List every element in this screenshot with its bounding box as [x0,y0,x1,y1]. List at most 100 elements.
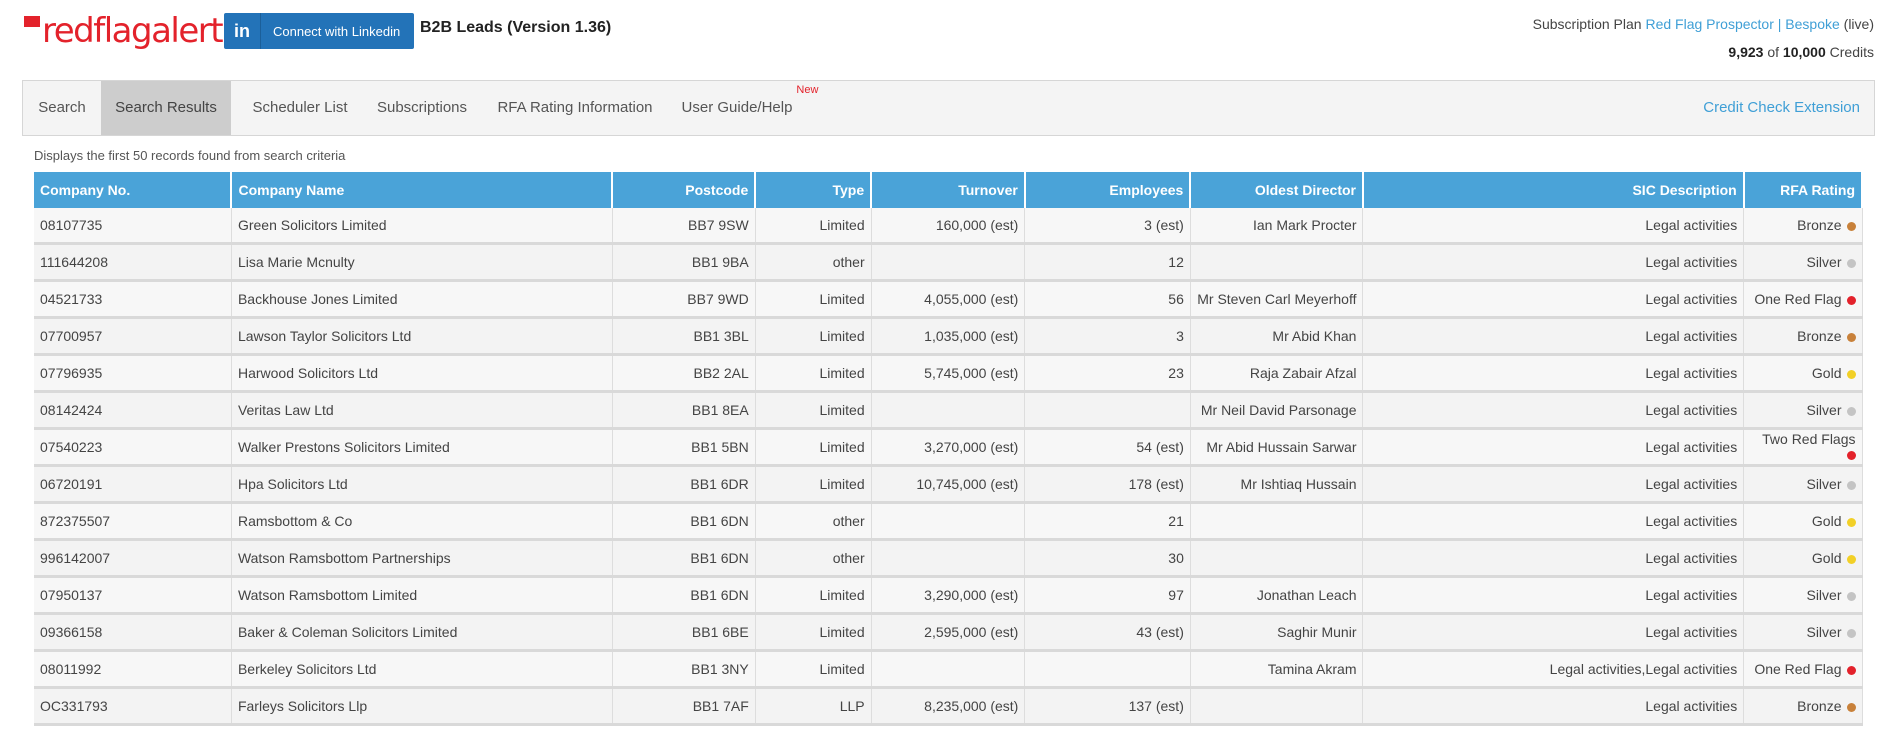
employees-cell [1024,650,1191,689]
turnover-cell: 4,055,000 (est) [871,280,1026,319]
company-name-cell: Green Solicitors Limited [231,208,613,245]
oldest-director-cell: Saghir Munir [1190,613,1364,652]
sic-description-cell: Legal activities [1362,317,1745,356]
oldest-director-cell [1190,243,1364,282]
rfa-rating-cell: Gold [1743,502,1863,541]
tab-search[interactable]: Search [23,81,101,135]
subscription-plan: Subscription Plan Red Flag Prospector | … [1533,16,1874,32]
turnover-cell: 160,000 (est) [871,208,1026,245]
oldest-director-cell: Mr Abid Khan [1190,317,1364,356]
red-flag-icon [24,16,40,27]
type-cell: other [755,502,872,541]
credit-check-extension-link[interactable]: Credit Check Extension [1703,81,1860,135]
rfa-rating-label: Silver [1806,254,1842,270]
rfa-rating-label: Gold [1811,365,1842,381]
rating-dot-icon [1846,221,1856,231]
tab-scheduler-list[interactable]: Scheduler List [245,81,355,135]
col-type[interactable]: Type [755,172,873,208]
redflagalert-logo[interactable]: redflagalert [24,11,224,52]
type-cell: LLP [755,687,872,726]
col-employees[interactable]: Employees [1024,172,1192,208]
oldest-director-cell: Tamina Akram [1190,650,1364,689]
rfa-rating-cell: Gold [1743,354,1863,393]
rfa-rating-cell: Silver [1743,576,1863,615]
table-row[interactable]: 07540223 Walker Prestons Solicitors Limit… [34,428,1863,467]
table-row[interactable]: 06720191 Hpa Solicitors Ltd BB1 6DR Limited… [34,465,1863,504]
rating-dot-icon [1846,702,1856,712]
company-no-cell: 996142007 [34,539,232,578]
table-row[interactable]: 07700957 Lawson Taylor Solicitors Ltd BB1 … [34,317,1863,356]
turnover-cell [871,650,1026,689]
rfa-rating-cell: Bronze [1743,208,1863,245]
company-name-cell: Baker & Coleman Solicitors Limited [231,613,613,652]
employees-cell: 178 (est) [1024,465,1191,504]
table-row[interactable]: OC331793 Farleys Solicitors Llp BB1 7AF LLP… [34,687,1863,726]
table-row[interactable]: 08107735 Green Solicitors Limited BB7 9SW L… [34,208,1863,245]
connect-linkedin-button[interactable]: in Connect with Linkedin [224,13,414,49]
results-body: 08107735 Green Solicitors Limited BB7 9SW L… [34,208,1863,726]
type-cell: Limited [755,280,872,319]
postcode-cell: BB1 3BL [612,317,756,356]
tab-subscriptions[interactable]: Subscriptions [367,81,477,135]
table-row[interactable]: 996142007 Watson Ramsbottom Partnerships B… [34,539,1863,578]
col-sic-description[interactable]: SIC Description [1362,172,1745,208]
sic-description-cell: Legal activities [1362,687,1745,726]
table-row[interactable]: 872375507 Ramsbottom & Co BB1 6DN other 21 Le… [34,502,1863,541]
table-row[interactable]: 07796935 Harwood Solicitors Ltd BB2 2AL Lim… [34,354,1863,393]
col-postcode[interactable]: Postcode [612,172,757,208]
table-row[interactable]: 04521733 Backhouse Jones Limited BB7 9WD Li… [34,280,1863,319]
linkedin-label: Connect with Linkedin [273,23,401,39]
table-row[interactable]: 07950137 Watson Ramsbottom Limited BB1 6DN… [34,576,1863,615]
postcode-cell: BB1 6DN [612,576,756,615]
credits-display: 9,923 of 10,000 Credits [1728,44,1874,60]
turnover-cell [871,502,1026,541]
subscription-plan-link[interactable]: Red Flag Prospector | Bespoke [1645,16,1839,32]
sic-description-cell: Legal activities [1362,465,1745,504]
rfa-rating-label: Bronze [1797,217,1842,233]
postcode-cell: BB1 8EA [612,391,756,430]
rfa-rating-label: Bronze [1797,698,1842,714]
rfa-rating-label: Two Red Flags [1762,431,1856,447]
col-rfa-rating[interactable]: RFA Rating [1743,172,1864,208]
oldest-director-cell: Mr Ishtiaq Hussain [1190,465,1364,504]
logo-text: redflagalert [42,11,224,51]
type-cell: Limited [755,391,872,430]
rfa-rating-cell: Gold [1743,539,1863,578]
oldest-director-cell: Ian Mark Procter [1190,208,1364,245]
rfa-rating-label: One Red Flag [1754,661,1842,677]
employees-cell: 137 (est) [1024,687,1191,726]
turnover-cell: 3,270,000 (est) [871,428,1026,467]
type-cell: Limited [755,576,872,615]
tab-search-results[interactable]: Search Results [101,81,231,135]
type-cell: Limited [755,650,872,689]
tab-user-guide[interactable]: User Guide/Help New [673,81,819,135]
tab-rfa-rating-information[interactable]: RFA Rating Information [489,81,661,135]
col-company-name[interactable]: Company Name [231,172,614,208]
employees-cell: 43 (est) [1024,613,1191,652]
type-cell: Limited [755,208,872,245]
col-turnover[interactable]: Turnover [871,172,1026,208]
table-row[interactable]: 09366158 Baker & Coleman Solicitors Limit… [34,613,1863,652]
turnover-cell [871,539,1026,578]
company-no-cell: 07700957 [34,317,232,356]
table-row[interactable]: 08011992 Berkeley Solicitors Ltd BB1 3NY Li… [34,650,1863,689]
rfa-rating-label: Gold [1811,550,1842,566]
col-oldest-director[interactable]: Oldest Director [1190,172,1364,208]
sic-description-cell: Legal activities [1362,539,1745,578]
postcode-cell: BB1 6BE [612,613,756,652]
rfa-rating-cell: Silver [1743,613,1863,652]
rating-dot-icon [1846,480,1856,490]
turnover-cell: 2,595,000 (est) [871,613,1026,652]
company-name-cell: Berkeley Solicitors Ltd [231,650,613,689]
company-no-cell: 111644208 [34,243,232,282]
col-company-no[interactable]: Company No. [34,172,233,208]
rfa-rating-cell: Silver [1743,391,1863,430]
type-cell: Limited [755,428,872,467]
rfa-rating-label: Silver [1806,624,1842,640]
rfa-rating-cell: Bronze [1743,687,1863,726]
oldest-director-cell: Jonathan Leach [1190,576,1364,615]
table-row[interactable]: 08142424 Veritas Law Ltd BB1 8EA Limited Mr … [34,391,1863,430]
company-no-cell: 04521733 [34,280,232,319]
table-row[interactable]: 111644208 Lisa Marie Mcnulty BB1 9BA other 1… [34,243,1863,282]
oldest-director-cell: Mr Steven Carl Meyerhoff [1190,280,1364,319]
